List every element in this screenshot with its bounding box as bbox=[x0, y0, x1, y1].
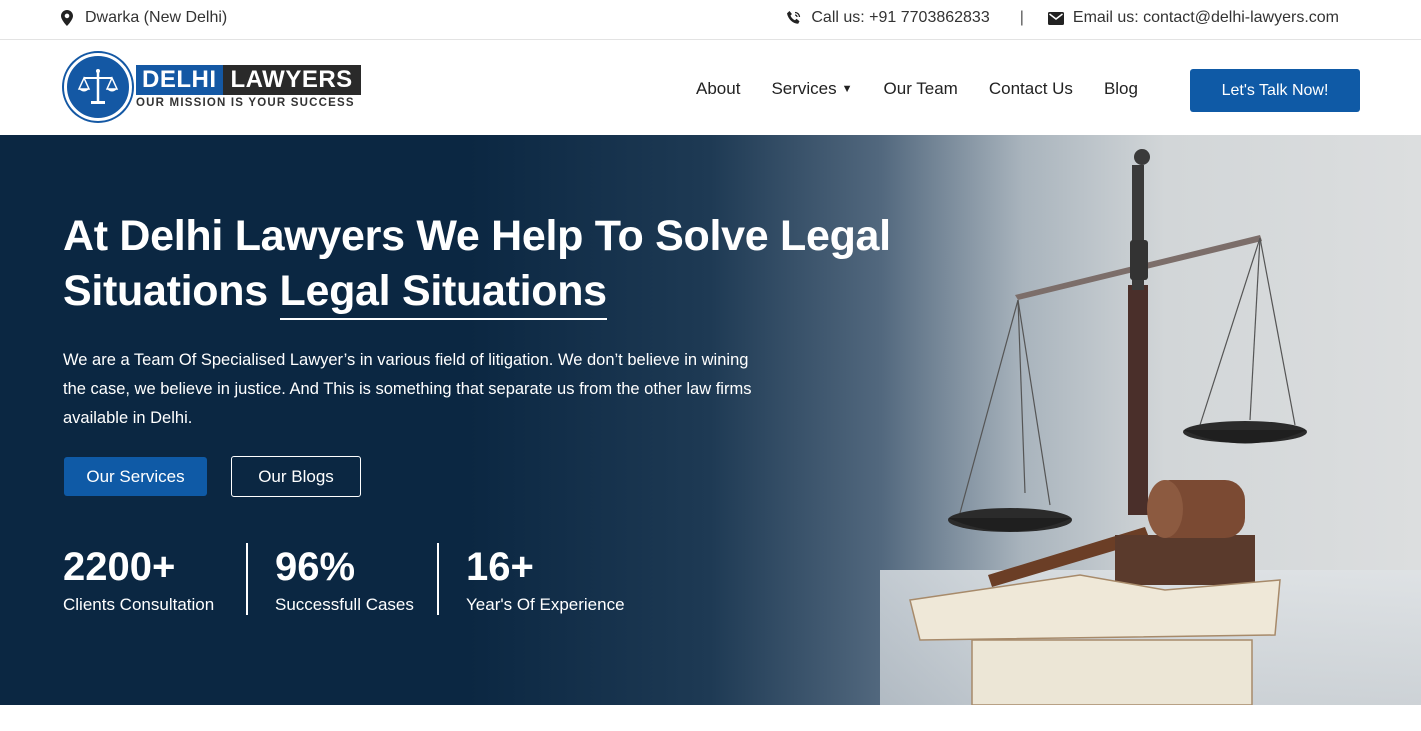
our-services-button[interactable]: Our Services bbox=[64, 457, 207, 496]
logo-word-delhi: DELHI bbox=[136, 65, 223, 95]
email-text: Email us: contact@delhi-lawyers.com bbox=[1072, 9, 1339, 26]
stat-success-rate: 96% Successfull Cases bbox=[246, 543, 437, 615]
lets-talk-button[interactable]: Let's Talk Now! bbox=[1190, 69, 1360, 112]
stat-value: 2200+ bbox=[63, 545, 176, 589]
nav-label: Blog bbox=[1103, 79, 1138, 98]
stat-value: 16+ bbox=[466, 545, 534, 589]
phone-link[interactable]: Call us: +91 7703862833 bbox=[786, 9, 990, 27]
nav-label: Services bbox=[771, 79, 837, 98]
stat-label: Successfull Cases bbox=[275, 595, 414, 614]
stats-row: 2200+ Clients Consultation 96% Successfu… bbox=[63, 543, 645, 615]
contact-separator: | bbox=[1019, 9, 1024, 26]
nav-label: Contact Us bbox=[988, 79, 1073, 98]
hero-description: We are a Team Of Specialised Lawyer’s in… bbox=[63, 351, 752, 427]
hero-section: At Delhi Lawyers We Help To Solve Legal … bbox=[0, 135, 1421, 705]
envelope-icon bbox=[1047, 10, 1064, 26]
our-blogs-button[interactable]: Our Blogs bbox=[231, 456, 361, 497]
nav-item-blog[interactable]: Blog bbox=[1104, 79, 1138, 99]
nav-label: About bbox=[696, 79, 741, 98]
contact-info: Call us: +91 7703862833 | Email us: cont… bbox=[786, 9, 1339, 27]
nav-item-about[interactable]: About bbox=[696, 79, 740, 99]
stat-experience: 16+ Year's Of Experience bbox=[437, 543, 645, 615]
scales-of-justice-icon bbox=[64, 53, 132, 121]
site-logo[interactable]: DELHI LAWYERS OUR MISSION IS YOUR SUCCES… bbox=[64, 53, 361, 121]
site-header: DELHI LAWYERS OUR MISSION IS YOUR SUCCES… bbox=[0, 41, 1421, 135]
nav-item-our-team[interactable]: Our Team bbox=[884, 79, 958, 99]
logo-word-lawyers: LAWYERS bbox=[222, 65, 361, 95]
logo-wordmark: DELHI LAWYERS OUR MISSION IS YOUR SUCCES… bbox=[136, 65, 361, 109]
location-info: Dwarka (New Delhi) bbox=[59, 9, 227, 27]
hero-title-line1: At Delhi Lawyers We Help To Solve Legal bbox=[63, 212, 891, 260]
stat-clients: 2200+ Clients Consultation bbox=[63, 543, 246, 615]
stat-value: 96% bbox=[275, 545, 356, 589]
map-pin-icon bbox=[59, 10, 75, 26]
nav-item-contact-us[interactable]: Contact Us bbox=[989, 79, 1073, 99]
caret-down-icon: ▼ bbox=[841, 83, 853, 95]
nav-item-services[interactable]: Services ▼ bbox=[771, 79, 852, 99]
hero-title-underlined: Legal Situations bbox=[279, 266, 607, 320]
stat-label: Clients Consultation bbox=[63, 595, 215, 614]
main-nav: About Services ▼ Our Team Contact Us Blo… bbox=[696, 79, 1169, 99]
logo-tagline: OUR MISSION IS YOUR SUCCESS bbox=[136, 97, 355, 109]
stat-label: Year's Of Experience bbox=[466, 595, 625, 614]
hero-title: At Delhi Lawyers We Help To Solve Legal … bbox=[63, 209, 943, 320]
phone-icon bbox=[786, 10, 802, 26]
hero-title-line2: Situations bbox=[63, 267, 280, 315]
location-text: Dwarka (New Delhi) bbox=[85, 9, 228, 26]
nav-label: Our Team bbox=[883, 79, 958, 98]
email-link[interactable]: Email us: contact@delhi-lawyers.com bbox=[1047, 9, 1339, 27]
scales-of-justice-photo bbox=[880, 149, 1421, 705]
top-bar: Dwarka (New Delhi) Call us: +91 77038628… bbox=[0, 0, 1421, 40]
phone-text: Call us: +91 7703862833 bbox=[811, 9, 990, 26]
